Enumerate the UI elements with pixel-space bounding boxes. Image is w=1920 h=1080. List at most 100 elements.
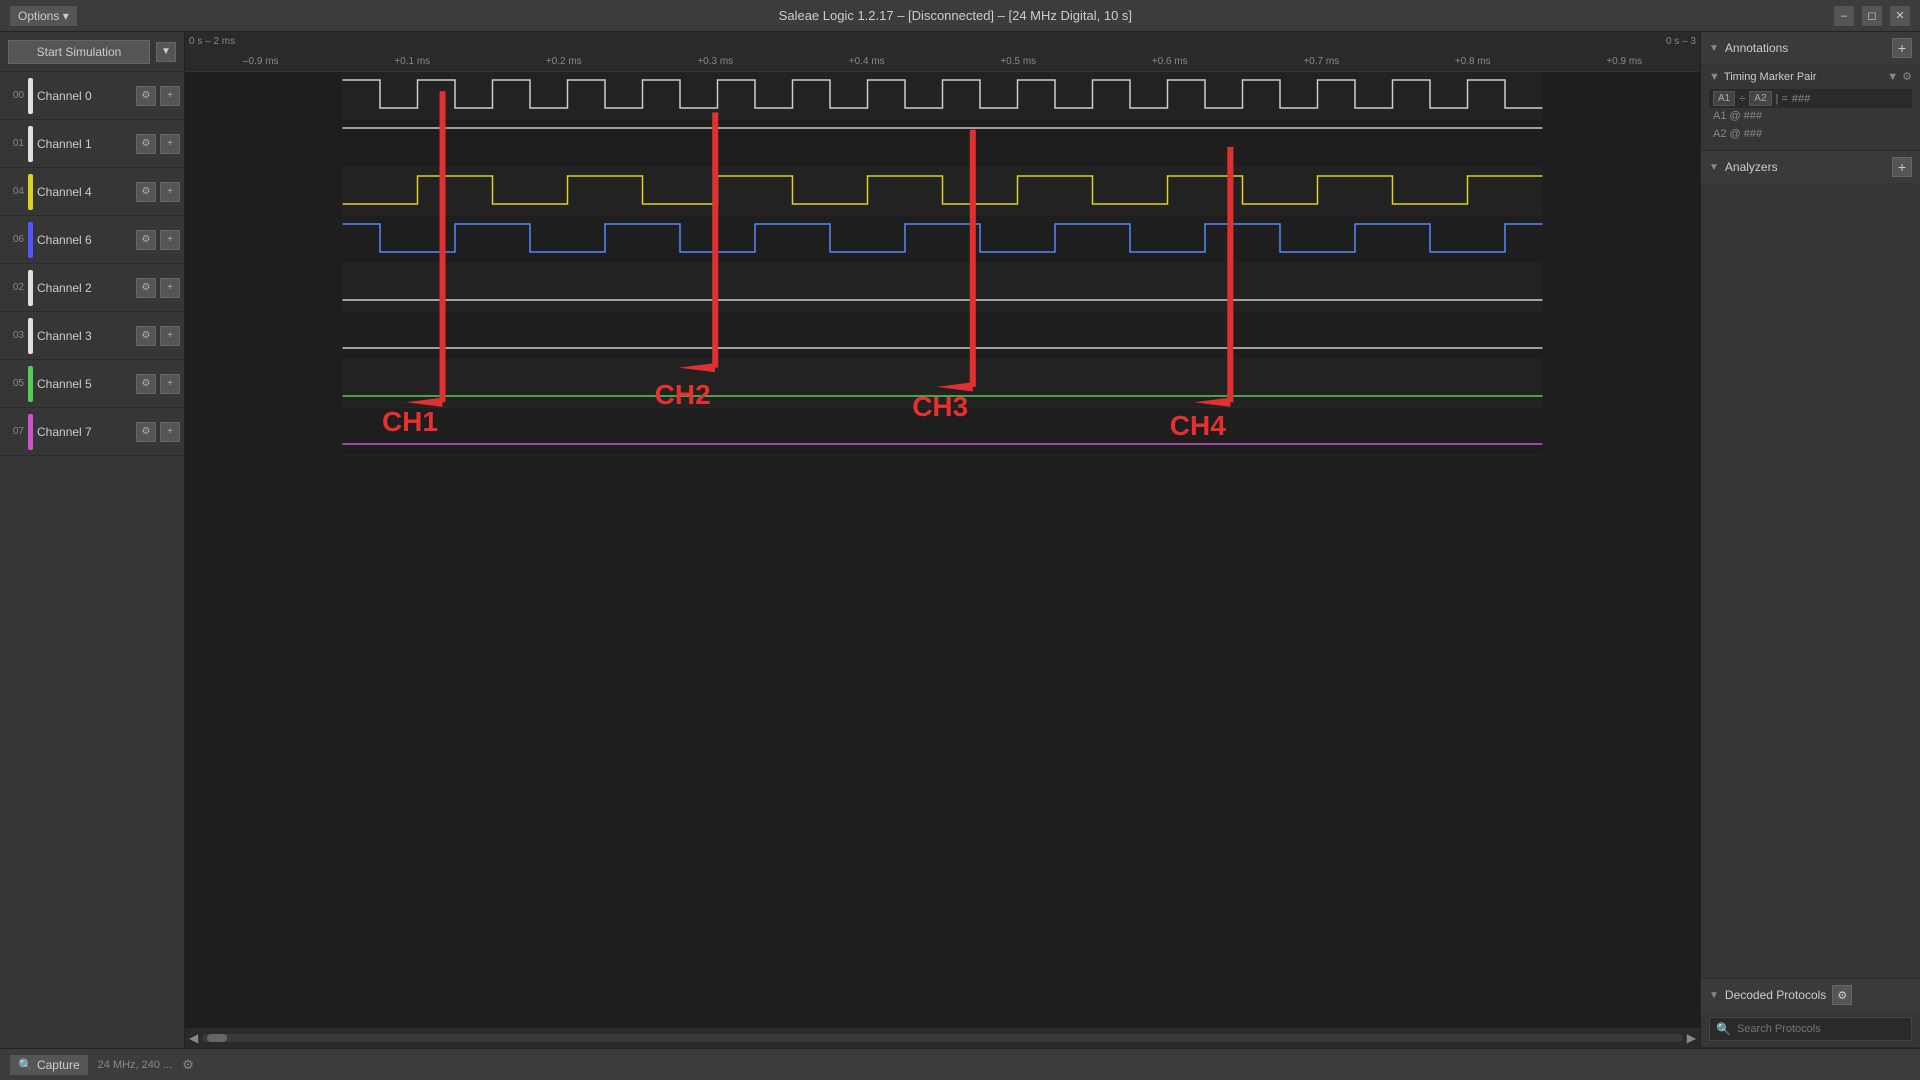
channel-add-07[interactable]: +: [160, 422, 180, 442]
expand-button[interactable]: ▼: [156, 42, 176, 62]
marker-formula: A1 ÷ A2 | = ###: [1709, 89, 1912, 108]
capture-info: 24 MHz, 240 ...: [98, 1059, 173, 1071]
channel-add-02[interactable]: +: [160, 278, 180, 298]
waveform-area: 0 s – 2 ms 0 s – 3 –0.9 ms+0.1 ms+0.2 ms…: [185, 32, 1700, 1048]
waveform-display: CH1CH2CH3CH4: [185, 72, 1700, 456]
minimize-button[interactable]: –: [1834, 6, 1854, 26]
annotations-title: Annotations: [1725, 41, 1788, 55]
waveform-rows: CH1CH2CH3CH4: [185, 72, 1700, 1028]
decoded-protocols-title: Decoded Protocols: [1725, 988, 1826, 1002]
channel-number-07: 07: [4, 426, 24, 437]
channel-add-06[interactable]: +: [160, 230, 180, 250]
channel-number-06: 06: [4, 234, 24, 245]
window-title: Saleae Logic 1.2.17 – [Disconnected] – […: [77, 8, 1834, 23]
channel-name-07: Channel 7: [37, 425, 132, 439]
channel-number-01: 01: [4, 138, 24, 149]
settings-gear-icon[interactable]: ⚙: [182, 1057, 194, 1073]
channel-gear-00[interactable]: ⚙: [136, 86, 156, 106]
options-button[interactable]: Options ▾: [10, 6, 77, 26]
channel-color-bar-00: [28, 78, 33, 114]
time-label-3: +0.3 ms: [697, 56, 733, 67]
time-label-4: +0.4 ms: [849, 56, 885, 67]
analyzers-section: ▼ Analyzers +: [1701, 151, 1920, 979]
close-button[interactable]: ✕: [1890, 6, 1910, 26]
time-label-0: –0.9 ms: [243, 56, 279, 67]
channel-add-00[interactable]: +: [160, 86, 180, 106]
channel-name-01: Channel 1: [37, 137, 132, 151]
timing-marker-dropdown-icon[interactable]: ▼: [1887, 71, 1898, 83]
scroll-left-button[interactable]: ◀: [189, 1031, 198, 1045]
channel-number-02: 02: [4, 282, 24, 293]
right-panel: ▼ Annotations + ▼ Timing Marker Pair ▼ ⚙…: [1700, 32, 1920, 1048]
channel-name-00: Channel 0: [37, 89, 132, 103]
channel-gear-07[interactable]: ⚙: [136, 422, 156, 442]
capture-label: Capture: [37, 1058, 80, 1072]
scroll-thumb[interactable]: [207, 1034, 227, 1042]
channel-gear-02[interactable]: ⚙: [136, 278, 156, 298]
marker-equals: | =: [1776, 93, 1788, 105]
timing-marker-gear-icon[interactable]: ⚙: [1902, 70, 1912, 83]
capture-button[interactable]: 🔍 Capture: [10, 1055, 88, 1075]
channel-add-04[interactable]: +: [160, 182, 180, 202]
channel-color-bar-05: [28, 366, 33, 402]
timing-marker-filter-icon: ▼: [1709, 71, 1720, 83]
capture-search-icon: 🔍: [18, 1058, 33, 1072]
channel-gear-04[interactable]: ⚙: [136, 182, 156, 202]
channel-name-04: Channel 4: [37, 185, 132, 199]
start-simulation-button[interactable]: Start Simulation: [8, 40, 150, 64]
annotations-add-button[interactable]: +: [1892, 38, 1912, 58]
annotations-triangle: ▼: [1709, 43, 1719, 54]
timing-marker-label: Timing Marker Pair: [1724, 71, 1883, 83]
channel-add-01[interactable]: +: [160, 134, 180, 154]
channel-color-bar-06: [28, 222, 33, 258]
channel-row-04: 04 Channel 4 ⚙ +: [0, 168, 184, 216]
main-layout: Start Simulation ▼ 00 Channel 0 ⚙ + 01 C…: [0, 32, 1920, 1048]
channel-panel: Start Simulation ▼ 00 Channel 0 ⚙ + 01 C…: [0, 32, 185, 1048]
annotations-content: ▼ Timing Marker Pair ▼ ⚙ A1 ÷ A2 | = ###…: [1701, 64, 1920, 150]
analyzers-triangle: ▼: [1709, 162, 1719, 173]
channel-row-01: 01 Channel 1 ⚙ +: [0, 120, 184, 168]
time-label-7: +0.7 ms: [1303, 56, 1339, 67]
channel-add-03[interactable]: +: [160, 326, 180, 346]
marker-a1-box: A1: [1713, 91, 1735, 106]
channel-add-05[interactable]: +: [160, 374, 180, 394]
timing-marker-row: ▼ Timing Marker Pair ▼ ⚙: [1709, 70, 1912, 83]
channel-gear-01[interactable]: ⚙: [136, 134, 156, 154]
channel-rows-container: 00 Channel 0 ⚙ + 01 Channel 1 ⚙ + 04 Cha…: [0, 72, 184, 456]
time-label-1: +0.1 ms: [394, 56, 430, 67]
marker-a2-box: A2: [1749, 91, 1771, 106]
search-icon: 🔍: [1716, 1022, 1731, 1036]
channel-row-06: 06 Channel 6 ⚙ +: [0, 216, 184, 264]
scroll-track[interactable]: [202, 1034, 1683, 1042]
channel-gear-03[interactable]: ⚙: [136, 326, 156, 346]
channel-name-05: Channel 5: [37, 377, 132, 391]
start-sim-row: Start Simulation ▼: [0, 32, 184, 72]
time-label-8: +0.8 ms: [1455, 56, 1491, 67]
channel-row-00: 00 Channel 0 ⚙ +: [0, 72, 184, 120]
marker-divide-icon: ÷: [1739, 93, 1745, 105]
channel-gear-05[interactable]: ⚙: [136, 374, 156, 394]
restore-button[interactable]: ◻: [1862, 6, 1882, 26]
analyzers-header: ▼ Analyzers +: [1701, 151, 1920, 183]
a2-row: A2 @ ###: [1709, 126, 1912, 142]
channel-row-02: 02 Channel 2 ⚙ +: [0, 264, 184, 312]
time-label-6: +0.6 ms: [1152, 56, 1188, 67]
decoded-protocols-section: ▼ Decoded Protocols ⚙ 🔍: [1701, 979, 1920, 1048]
analyzers-title: Analyzers: [1725, 160, 1778, 174]
statusbar: 🔍 Capture 24 MHz, 240 ... ⚙: [0, 1048, 1920, 1080]
decoded-protocols-gear-button[interactable]: ⚙: [1832, 985, 1852, 1005]
analyzers-add-button[interactable]: +: [1892, 157, 1912, 177]
scroll-right-button[interactable]: ▶: [1687, 1031, 1696, 1045]
channel-color-bar-04: [28, 174, 33, 210]
channel-number-04: 04: [4, 186, 24, 197]
channel-number-03: 03: [4, 330, 24, 341]
channel-name-03: Channel 3: [37, 329, 132, 343]
search-protocols-input[interactable]: [1737, 1023, 1905, 1035]
channel-name-02: Channel 2: [37, 281, 132, 295]
search-protocols-field[interactable]: 🔍: [1709, 1017, 1912, 1041]
channel-row-03: 03 Channel 3 ⚙ +: [0, 312, 184, 360]
channel-color-bar-07: [28, 414, 33, 450]
time-label-2: +0.2 ms: [546, 56, 582, 67]
channel-gear-06[interactable]: ⚙: [136, 230, 156, 250]
channel-number-05: 05: [4, 378, 24, 389]
